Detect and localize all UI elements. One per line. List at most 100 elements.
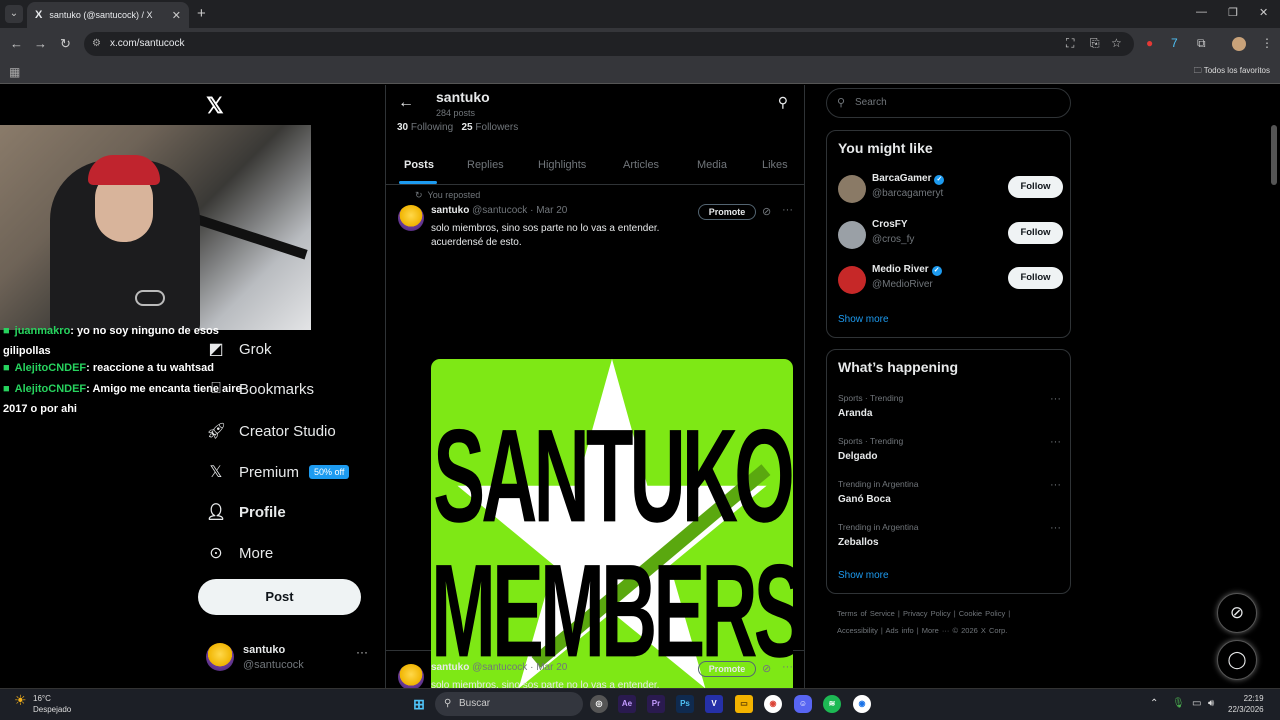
after-effects-icon[interactable]: Ae: [618, 695, 636, 713]
tray-expand-icon[interactable]: ⌃: [1150, 698, 1158, 709]
reload-icon[interactable]: ↻: [60, 36, 71, 52]
grok-icon[interactable]: ⊘: [762, 205, 771, 218]
mic-icon[interactable]: 🎙︎: [1172, 698, 1185, 709]
followers-label[interactable]: Followers: [475, 122, 518, 133]
tab-likes[interactable]: Likes: [762, 159, 788, 171]
url-bar[interactable]: ⚙ x.com/santucock: [84, 32, 1134, 56]
more-dots-icon[interactable]: ···: [782, 204, 793, 216]
browser-tab-strip: ⌄ X santuko (@santucock) / X ✕ + — ❐ ✕: [0, 0, 1280, 28]
spotify-icon[interactable]: ≋: [823, 695, 841, 713]
back-icon[interactable]: ←: [10, 36, 23, 51]
windows-start-icon[interactable]: ⊞: [410, 695, 428, 713]
tab-media[interactable]: Media: [697, 159, 727, 171]
suggestion[interactable]: CrosFY @cros_fy Follow: [838, 219, 1063, 253]
following-label[interactable]: Following: [411, 122, 453, 133]
restore-icon[interactable]: ❐: [1228, 6, 1238, 19]
extensions-icon[interactable]: ⧉: [1197, 36, 1206, 51]
trend-item[interactable]: Sports · Trending Aranda ···: [838, 393, 1063, 419]
followers-count[interactable]: 25: [462, 122, 473, 133]
author-name[interactable]: santuko: [431, 205, 469, 216]
trend-item[interactable]: Trending in Argentina Zeballos ···: [838, 522, 1063, 548]
more-dots-icon[interactable]: ···: [356, 645, 368, 659]
site-info-icon[interactable]: ⚙: [92, 32, 101, 56]
trend-item[interactable]: Trending in Argentina Ganó Boca ···: [838, 479, 1063, 505]
follow-button[interactable]: Follow: [1008, 176, 1063, 198]
following-count[interactable]: 30: [397, 122, 408, 133]
clock[interactable]: 22:19 22/3/2026: [1228, 693, 1264, 715]
photoshop-icon[interactable]: Ps: [676, 695, 694, 713]
show-more-link[interactable]: Show more: [838, 314, 889, 325]
footer-links[interactable]: Terms of Service | Privacy Policy | Cook…: [837, 609, 1010, 618]
post[interactable]: santuko @santucock · Mar 20 Promote ⊘ ··…: [386, 652, 804, 688]
app-icon[interactable]: ◎: [590, 695, 608, 713]
nav-profile[interactable]: 👤︎ Profile: [206, 502, 286, 522]
avatar[interactable]: [398, 664, 424, 688]
file-explorer-icon[interactable]: ▭: [735, 695, 753, 713]
tab-replies[interactable]: Replies: [467, 159, 504, 171]
all-bookmarks[interactable]: 🗀 Todos los favoritos: [1194, 65, 1270, 79]
nav-premium[interactable]: 𝕏 Premium 50% off: [206, 462, 350, 482]
vegas-icon[interactable]: V: [705, 695, 723, 713]
premiere-icon[interactable]: Pr: [647, 695, 665, 713]
chat-message: ■ juanmakro: yo no soy ninguno de esos gi…: [3, 321, 219, 361]
profile-avatar-icon[interactable]: [1232, 37, 1246, 51]
trend-item[interactable]: Sports · Trending Delgado ···: [838, 436, 1063, 462]
messages-fab-icon[interactable]: ◯: [1217, 640, 1257, 680]
tab-highlights[interactable]: Highlights: [538, 159, 586, 171]
forward-icon[interactable]: →: [34, 36, 47, 51]
minimize-icon[interactable]: —: [1196, 6, 1207, 18]
nav-grok[interactable]: ◩ Grok: [206, 339, 271, 359]
back-arrow-icon[interactable]: ←: [398, 94, 414, 112]
tab-search-button[interactable]: ⌄: [5, 5, 23, 23]
browser-tab[interactable]: X santuko (@santucock) / X ✕: [27, 2, 189, 28]
weather-widget[interactable]: ☀ 16°C Despejado: [14, 693, 71, 715]
tab-articles[interactable]: Articles: [623, 159, 659, 171]
show-more-link[interactable]: Show more: [838, 570, 889, 581]
tab-posts[interactable]: Posts: [404, 159, 434, 171]
post[interactable]: ↻ You reposted santuko @santucock · Mar …: [386, 185, 804, 688]
tab-close-icon[interactable]: ✕: [172, 9, 181, 22]
window-close-icon[interactable]: ✕: [1259, 6, 1268, 19]
translate-icon[interactable]: ⛶: [1066, 36, 1074, 51]
nav-more[interactable]: ⊙ More: [206, 543, 273, 563]
chrome-icon[interactable]: ◉: [764, 695, 782, 713]
nav-bookmarks[interactable]: ⎕ Bookmarks: [206, 380, 314, 398]
bookmark-star-icon[interactable]: ☆: [1111, 36, 1122, 50]
scrollbar-thumb[interactable]: [1271, 125, 1277, 185]
more-dots-icon[interactable]: ···: [1050, 393, 1061, 405]
more-dots-icon[interactable]: ···: [1050, 436, 1061, 448]
promote-button[interactable]: Promote: [698, 661, 756, 677]
post-image[interactable]: SANTUKO MEMBERS: [431, 359, 793, 688]
suggestion[interactable]: Medio River ✓ @MedioRiver Follow: [838, 264, 1063, 298]
extension-blue-icon[interactable]: 7: [1171, 36, 1178, 50]
nav-creator-studio[interactable]: 🚀︎ Creator Studio: [206, 421, 336, 441]
account-switcher[interactable]: santuko @santucock ···: [206, 641, 376, 677]
x-logo-icon[interactable]: 𝕏: [206, 93, 224, 119]
footer-links[interactable]: Accessibility | Ads info | More ··· © 20…: [837, 626, 1007, 635]
promote-button[interactable]: Promote: [698, 204, 756, 220]
new-tab-button[interactable]: +: [197, 5, 206, 22]
search-icon[interactable]: ⚲: [778, 94, 788, 111]
avatar[interactable]: [398, 205, 424, 231]
extension-red-icon[interactable]: ●: [1146, 36, 1153, 50]
more-dots-icon[interactable]: ···: [1050, 479, 1061, 491]
display-icon[interactable]: ▭: [1192, 698, 1201, 709]
follow-button[interactable]: Follow: [1008, 267, 1063, 289]
apps-grid-icon[interactable]: ▦: [9, 65, 20, 79]
volume-icon[interactable]: 🔊︎: [1208, 698, 1214, 709]
follow-button[interactable]: Follow: [1008, 222, 1063, 244]
grok-icon[interactable]: ⊘: [762, 662, 771, 675]
menu-kebab-icon[interactable]: ⋮: [1261, 36, 1273, 50]
taskbar-search[interactable]: ⚲ Buscar: [435, 692, 583, 716]
more-dots-icon[interactable]: ···: [782, 661, 793, 673]
chrome-active-icon[interactable]: ◉: [853, 695, 871, 713]
install-icon[interactable]: ⎘: [1090, 36, 1100, 51]
more-dots-icon[interactable]: ···: [1050, 522, 1061, 534]
post-button[interactable]: Post: [198, 579, 361, 615]
suggestion[interactable]: BarcaGamer ✓ @barcagameryt Follow: [838, 173, 1063, 207]
author-name[interactable]: santuko: [431, 662, 469, 673]
grok-fab-icon[interactable]: ⊘: [1217, 593, 1257, 633]
right-sidebar: ⚲ Search You might like BarcaGamer ✓ @bar…: [805, 85, 1280, 688]
discord-icon[interactable]: ☺: [794, 695, 812, 713]
search-input[interactable]: ⚲ Search: [826, 88, 1071, 118]
